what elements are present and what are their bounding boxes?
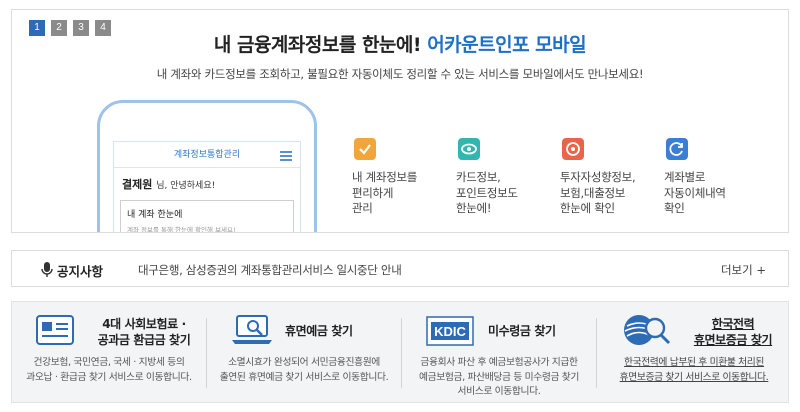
service-desc: 한국전력에 납부된 후 미환불 처리된 휴면보증금 찾기 서비스로 이동합니다. bbox=[619, 357, 769, 383]
banner-subline: 내 계좌와 카드정보를 조회하고, 불필요한 자동이체도 정리할 수 있는 서비… bbox=[156, 67, 644, 81]
feature-text: 카드정보, 포인트정보도 한눈에! bbox=[456, 170, 518, 215]
kdic-logo: KDIC bbox=[426, 316, 474, 350]
laptop-search-icon bbox=[231, 314, 277, 352]
banner-headline: 내 금융계좌정보를 한눈에! 어카운트인포 모바일 bbox=[12, 30, 788, 57]
phone-screen: 계좌정보통합관리 결제원 님, 안녕하세요! 내 계좌 한눈에 계좌 정보를 통… bbox=[113, 141, 301, 233]
phone-topbar: 계좌정보통합관리 bbox=[114, 142, 300, 168]
insurance-card-icon bbox=[36, 314, 76, 352]
microphone-icon bbox=[41, 262, 53, 278]
phone-card-desc: 계좌 정보를 통해 한눈에 확인해 보세요! bbox=[127, 226, 236, 233]
service-item-kepco-deposit[interactable]: 한국전력 휴면보증금 찾기 한국전력에 납부된 후 미환불 처리된 휴면보증금 … bbox=[597, 302, 791, 402]
feature-list: 내 계좌정보를 편리하게 관리 카드정보, 포인트정보도 한눈에! 투자자성향정… bbox=[352, 138, 772, 218]
feature-text: 내 계좌정보를 편리하게 관리 bbox=[352, 170, 418, 215]
headline-main: 내 금융계좌정보를 한눈에! bbox=[213, 34, 422, 56]
service-desc: 금융회사 파산 후 예금보험공사가 지급한 예금보험금, 파산배당금 등 미수령… bbox=[419, 357, 579, 397]
phone-card-title: 내 계좌 한눈에 bbox=[127, 210, 183, 220]
phone-mockup: 계좌정보통합관리 결제원 님, 안녕하세요! 내 계좌 한눈에 계좌 정보를 통… bbox=[97, 100, 317, 233]
banner: 1 2 3 4 내 금융계좌정보를 한눈에! 어카운트인포 모바일 내 계좌와 … bbox=[11, 9, 789, 233]
phone-account-card: 내 계좌 한눈에 계좌 정보를 통해 한눈에 확인해 보세요! bbox=[120, 200, 294, 233]
phone-greeting: 결제원 님, 안녕하세요! bbox=[114, 168, 300, 192]
refresh-icon bbox=[666, 138, 688, 160]
headline-accent: 어카운트인포 모바일 bbox=[427, 34, 587, 56]
feature-item: 투자자성향정보, 보험,대출정보 한눈에 확인 bbox=[560, 138, 656, 217]
service-item-refund[interactable]: 4대 사회보험료 · 공과금 환급금 찾기 건강보험, 국민연금, 국세 · 지… bbox=[12, 302, 206, 402]
feature-item: 카드정보, 포인트정보도 한눈에! bbox=[456, 138, 552, 217]
service-item-dormant-deposit[interactable]: 휴면예금 찾기 소멸시효가 완성되어 서민금융진흥원에 출연된 휴면예금 찾기 … bbox=[207, 302, 401, 402]
phone-title: 계좌정보통합관리 bbox=[173, 150, 241, 160]
feature-text: 투자자성향정보, 보험,대출정보 한눈에 확인 bbox=[560, 170, 636, 215]
notice-title: 공지사항 bbox=[57, 264, 104, 279]
kepco-logo bbox=[619, 312, 675, 352]
service-item-unclaimed[interactable]: KDIC 미수령금 찾기 금융회사 파산 후 예금보험공사가 지급한 예금보험금… bbox=[402, 302, 596, 402]
service-desc: 소멸시효가 완성되어 서민금융진흥원에 출연된 휴면예금 찾기 서비스로 이동합… bbox=[219, 357, 389, 383]
feature-item: 계좌별로 자동이체내역 확인 bbox=[664, 138, 760, 217]
service-title: 휴면예금 찾기 bbox=[285, 324, 353, 338]
feature-text: 계좌별로 자동이체내역 확인 bbox=[664, 170, 726, 215]
service-title: 4대 사회보험료 · 공과금 환급금 찾기 bbox=[97, 317, 191, 347]
service-links: 4대 사회보험료 · 공과금 환급금 찾기 건강보험, 국민연금, 국세 · 지… bbox=[11, 301, 789, 403]
notice-bar: 공지사항 대구은행, 삼성증권의 계좌통합관리서비스 일시중단 안내 더보기 + bbox=[11, 250, 789, 287]
hamburger-menu-icon bbox=[280, 151, 292, 163]
service-desc: 건강보험, 국민연금, 국세 · 지방세 등의 과오납 · 환급금 찾기 서비스… bbox=[26, 357, 192, 383]
notice-more-button[interactable]: 더보기 + bbox=[721, 262, 766, 278]
phone-greeting-text: 님, 안녕하세요! bbox=[156, 181, 216, 191]
phone-user-name: 결제원 bbox=[122, 178, 153, 191]
notice-link[interactable]: 대구은행, 삼성증권의 계좌통합관리서비스 일시중단 안내 bbox=[138, 262, 402, 278]
feature-item: 내 계좌정보를 편리하게 관리 bbox=[352, 138, 448, 217]
eye-icon bbox=[458, 138, 480, 160]
service-title: 미수령금 찾기 bbox=[488, 324, 556, 338]
kdic-logo-text: KDIC bbox=[434, 324, 466, 339]
target-icon bbox=[562, 138, 584, 160]
service-title: 한국전력 휴면보증금 찾기 bbox=[693, 317, 773, 347]
check-icon bbox=[354, 138, 376, 160]
